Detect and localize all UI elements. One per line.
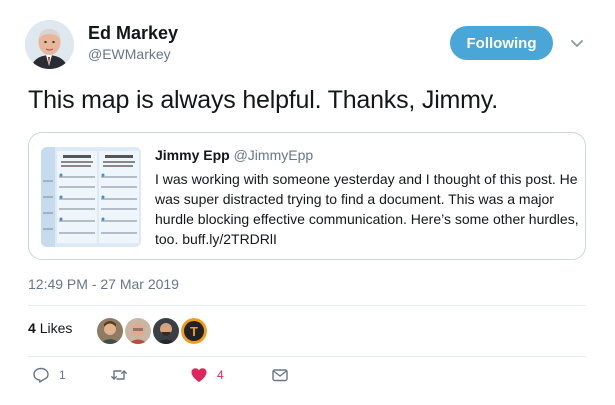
message-icon xyxy=(272,369,288,382)
retweet-icon xyxy=(111,370,127,380)
quoted-tweet-thumbnail xyxy=(41,147,141,247)
direct-message-action[interactable] xyxy=(271,366,289,384)
quoted-tweet-header: Jimmy Epp @JimmyEpp xyxy=(155,147,313,163)
author-name[interactable]: Ed Markey xyxy=(88,23,178,44)
divider xyxy=(28,356,586,357)
quoted-author-handle[interactable]: @JimmyEpp xyxy=(234,147,314,163)
quoted-tweet-card[interactable]: Jimmy Epp @JimmyEpp I was working with s… xyxy=(28,132,586,260)
quoted-tweet-text: I was working with someone yesterday and… xyxy=(155,171,579,247)
tweet-text: This map is always helpful. Thanks, Jimm… xyxy=(28,86,498,114)
reply-icon xyxy=(33,367,49,383)
chevron-down-icon[interactable] xyxy=(570,36,584,50)
author-avatar-image xyxy=(25,20,74,69)
likes-summary[interactable]: 4 Likes xyxy=(28,320,72,336)
divider xyxy=(28,305,586,306)
heart-icon xyxy=(191,368,207,382)
likes-count: 4 xyxy=(28,320,36,336)
svg-text:T: T xyxy=(190,324,198,339)
reply-action[interactable]: 1 xyxy=(32,366,66,384)
retweet-action[interactable] xyxy=(110,366,137,384)
quoted-author-name[interactable]: Jimmy Epp xyxy=(155,147,230,163)
liker-avatar[interactable]: T xyxy=(180,317,208,345)
author-handle[interactable]: @EWMarkey xyxy=(88,46,171,62)
liker-avatar[interactable] xyxy=(152,317,180,345)
reply-count: 1 xyxy=(59,368,66,382)
tweet-timestamp[interactable]: 12:49 PM - 27 Mar 2019 xyxy=(28,276,179,292)
author-avatar[interactable] xyxy=(25,20,74,69)
like-count: 4 xyxy=(217,368,224,382)
like-action[interactable]: 4 xyxy=(190,366,224,384)
liker-avatar[interactable] xyxy=(124,317,152,345)
likes-label: Likes xyxy=(39,320,73,336)
following-button[interactable]: Following xyxy=(450,26,553,60)
liker-avatar[interactable] xyxy=(96,317,124,345)
